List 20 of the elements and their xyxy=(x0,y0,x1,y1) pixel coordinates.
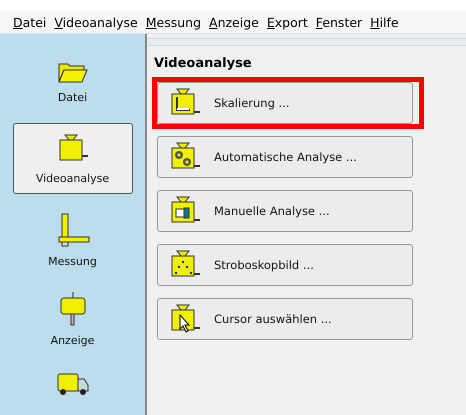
panel-title: Videoanalyse xyxy=(154,56,253,71)
menu-item[interactable]: Messung xyxy=(142,14,206,30)
menu-item[interactable]: Anzeige xyxy=(206,14,264,30)
truck-icon xyxy=(56,371,90,397)
sidebar-item[interactable]: Videoanalyse xyxy=(12,123,132,194)
menu-item[interactable]: Export xyxy=(264,14,313,30)
menu-item[interactable]: Hilfe xyxy=(367,14,404,30)
sidebar-item[interactable]: Anzeige xyxy=(12,287,132,352)
ruler-icon xyxy=(56,213,90,247)
action-button[interactable]: Automatische Analyse ... xyxy=(157,136,413,178)
action-button[interactable]: Skalierung ... xyxy=(157,82,413,124)
menu-item[interactable]: Videoanalyse xyxy=(51,14,143,30)
menu-item[interactable]: Fenster xyxy=(312,14,368,30)
menu-item[interactable]: Datei xyxy=(10,14,52,30)
action-button[interactable]: Cursor auswählen ... xyxy=(157,298,413,340)
sidebar-item[interactable]: Messung xyxy=(12,208,132,273)
folder-icon xyxy=(58,61,88,83)
sidebar-item[interactable]: Datei xyxy=(12,56,132,109)
action-button[interactable]: Stroboskopbild ... xyxy=(157,244,413,286)
action-button[interactable]: Manuelle Analyse ... xyxy=(157,190,413,232)
